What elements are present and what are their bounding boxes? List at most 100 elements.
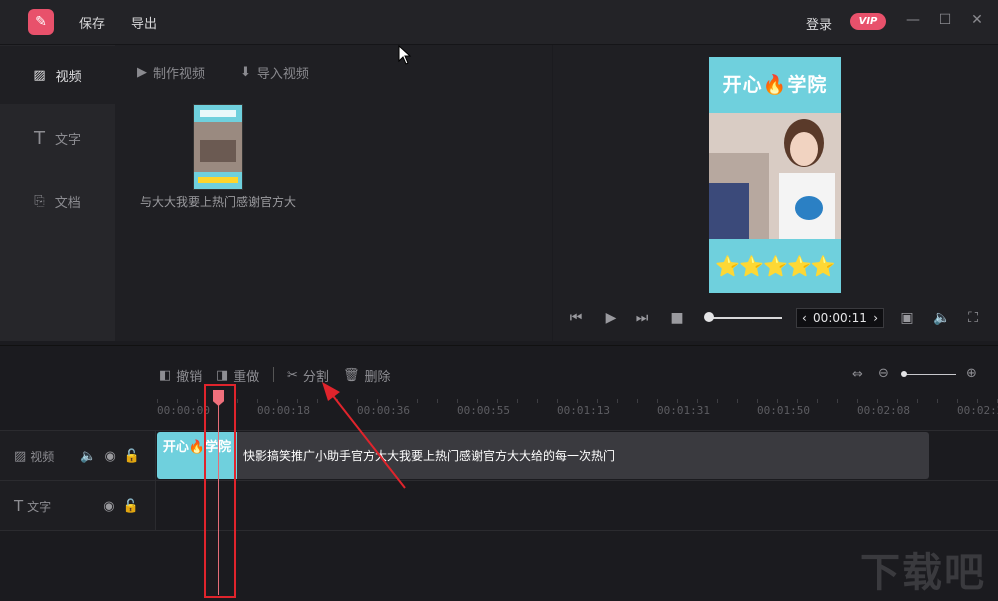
ruler-tick (597, 399, 598, 403)
preview-scene (709, 113, 841, 239)
ruler-tick (297, 399, 298, 403)
redo-label: 重做 (233, 370, 260, 385)
text-track-icon: T (14, 497, 24, 515)
save-menu[interactable]: 保存 (79, 13, 105, 32)
document-icon: ⎘ (34, 193, 45, 209)
undo-button[interactable]: ◧ 撤销 (159, 366, 202, 385)
sidebar-item-label: 视频 (55, 69, 82, 85)
clip-title: 快影搞笑推广小助手官方大大我要上热门感谢官方大大给的每一次热门 (243, 449, 616, 463)
chevron-right-icon[interactable]: › (873, 311, 878, 325)
ruler-tick (817, 399, 818, 403)
import-video-button[interactable]: ⬇ 导入视频 (240, 63, 309, 82)
ruler-tick (977, 399, 978, 403)
maximize-icon[interactable]: ☐ (935, 10, 955, 30)
scissors-icon: ✂ (287, 368, 298, 383)
ruler-tick (757, 399, 758, 403)
ruler-tick (237, 399, 238, 403)
mouse-cursor-icon (398, 45, 412, 65)
login-button[interactable]: 登录 (806, 14, 832, 33)
make-video-button[interactable]: ▶ 制作视频 (137, 63, 205, 82)
ruler-tick (917, 399, 918, 403)
import-video-label: 导入视频 (256, 67, 309, 82)
ruler-tick (657, 399, 658, 403)
snapshot-icon[interactable]: ▣ (898, 310, 916, 326)
media-thumbnail[interactable] (193, 104, 243, 190)
stop-icon[interactable]: ■ (668, 310, 686, 326)
ruler-tick (697, 399, 698, 403)
ruler-tick (157, 399, 158, 403)
redo-button[interactable]: ◨ 重做 (216, 366, 259, 385)
vip-badge[interactable]: VIP (850, 13, 886, 30)
ruler-tick (577, 399, 578, 403)
ruler-tick (777, 399, 778, 403)
highlight-box (204, 384, 236, 598)
sidebar-item-video[interactable]: ▨ 视频 (0, 46, 115, 104)
previous-icon[interactable]: ⏮ (567, 310, 585, 326)
watermark: 下载吧 (860, 550, 986, 596)
ruler-tick (437, 399, 438, 403)
ruler-tick (497, 399, 498, 403)
timecode-stepper[interactable]: ‹ 00:00:11 › (796, 308, 884, 328)
ruler-tick (937, 399, 938, 403)
ruler-label: 00:01:13 (557, 404, 610, 417)
ruler-tick (617, 399, 618, 403)
ruler-tick (737, 399, 738, 403)
timecode-value: 00:00:11 (813, 311, 867, 325)
sidebar-item-text[interactable]: T 文字 (0, 109, 115, 167)
make-video-label: 制作视频 (153, 67, 206, 82)
ruler-tick (797, 399, 798, 403)
ruler-tick (197, 399, 198, 403)
ruler-tick (257, 399, 258, 403)
chevron-left-icon[interactable]: ‹ (802, 311, 807, 325)
ruler-tick (897, 399, 898, 403)
lock-icon[interactable]: 🔓 (123, 499, 139, 514)
ruler-tick (277, 399, 278, 403)
ruler-label: 00:01:31 (657, 404, 710, 417)
volume-icon[interactable]: 🔈 (80, 449, 96, 464)
sidebar-item-label: 文字 (54, 132, 81, 148)
media-caption: 与大大我要上热门感谢官方大 (140, 195, 297, 209)
zoom-slider[interactable] (903, 374, 956, 375)
redo-icon: ◨ (216, 368, 229, 383)
eye-icon[interactable]: ◉ (105, 449, 116, 464)
empty-track (0, 530, 998, 601)
undo-label: 撤销 (176, 370, 203, 385)
ruler-label: 00:02:2 (957, 404, 998, 417)
fit-timeline-icon[interactable]: ⇔ (852, 367, 863, 382)
ruler-tick (477, 399, 478, 403)
seek-bar[interactable] (706, 317, 782, 319)
volume-icon[interactable]: 🔈 (933, 310, 951, 326)
ruler-tick (537, 399, 538, 403)
zoom-slider-handle[interactable] (901, 371, 907, 377)
video-track-label: 视频 (30, 449, 55, 464)
minimize-icon[interactable]: — (903, 10, 923, 30)
eye-icon[interactable]: ◉ (103, 499, 114, 514)
annotation-arrow (322, 382, 406, 489)
export-menu[interactable]: 导出 (131, 13, 157, 32)
zoom-in-icon[interactable]: ⊕ (966, 366, 977, 381)
fullscreen-icon[interactable]: ⛶ (964, 310, 982, 326)
ruler-tick (877, 399, 878, 403)
ruler-tick (837, 399, 838, 403)
ruler-tick (177, 399, 178, 403)
text-track-header: T 文字 ◉ 🔓 (0, 481, 156, 531)
sidebar-item-label: 文档 (54, 195, 81, 211)
ruler-tick (457, 399, 458, 403)
play-box-icon: ▶ (137, 65, 147, 80)
ruler-label: 00:00:55 (457, 404, 510, 417)
seek-handle[interactable] (704, 312, 714, 322)
lock-icon[interactable]: 🔓 (124, 449, 140, 464)
play-icon[interactable]: ▶ (602, 310, 620, 326)
sidebar-item-document[interactable]: ⎘ 文档 (0, 172, 115, 230)
ruler-label: 00:02:08 (857, 404, 910, 417)
video-clip[interactable]: 开心🔥学院 快影搞笑推广小助手官方大大我要上热门感谢官方大大给的每一次热门 (157, 432, 929, 479)
ruler-label: 00:00:00 (157, 404, 210, 417)
zoom-out-icon[interactable]: ⊖ (878, 366, 889, 381)
toolbar-divider (273, 367, 274, 382)
ruler-tick (957, 399, 958, 403)
ruler-label: 00:01:50 (757, 404, 810, 417)
video-track-header: ▨ 视频 🔈 ◉ 🔓 (0, 431, 156, 481)
next-icon[interactable]: ⏭ (633, 310, 651, 326)
close-icon[interactable]: ✕ (967, 10, 987, 30)
ruler-tick (557, 399, 558, 403)
